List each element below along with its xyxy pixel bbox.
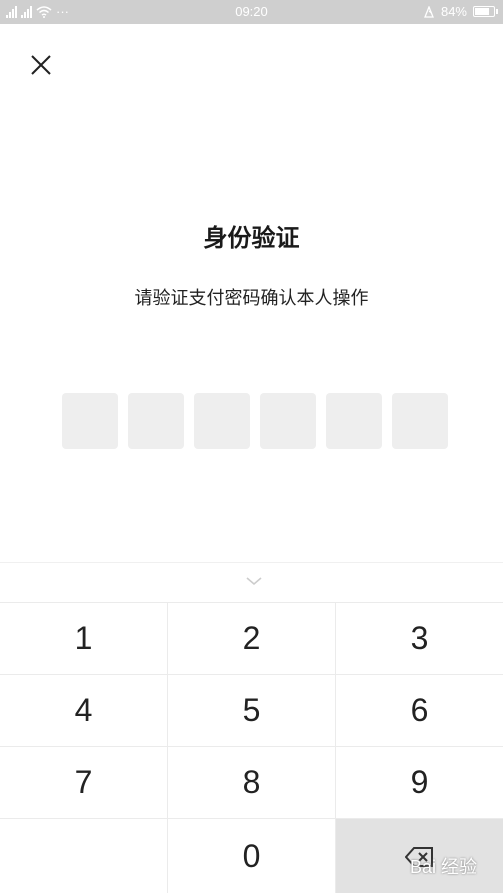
key-4[interactable]: 4 (0, 675, 168, 746)
alarm-icon (424, 5, 434, 18)
key-6[interactable]: 6 (336, 675, 503, 746)
key-0[interactable]: 0 (168, 819, 336, 893)
key-8[interactable]: 8 (168, 747, 336, 818)
pin-input[interactable] (62, 393, 448, 449)
keypad-row: 123 (0, 603, 503, 675)
status-bar: ··· 09:20 84% (0, 0, 503, 24)
battery-percent: 84% (440, 4, 467, 19)
battery-icon (473, 6, 498, 17)
key-3[interactable]: 3 (336, 603, 503, 674)
key-5[interactable]: 5 (168, 675, 336, 746)
page-title: 身份验证 (203, 224, 300, 252)
pin-digit-box[interactable] (392, 393, 448, 449)
status-right: 84% (423, 4, 498, 19)
keyboard-divider (0, 562, 503, 563)
pin-digit-box[interactable] (62, 393, 118, 449)
key-9[interactable]: 9 (336, 747, 503, 818)
pin-digit-box[interactable] (326, 393, 382, 449)
chevron-down-icon[interactable] (244, 574, 264, 588)
pin-digit-box[interactable] (194, 393, 250, 449)
key-7[interactable]: 7 (0, 747, 168, 818)
numeric-keypad: 1234567890 (0, 602, 503, 893)
page-subtitle: 请验证支付密码确认本人操作 (134, 288, 369, 309)
keypad-row: 456 (0, 675, 503, 747)
key-1[interactable]: 1 (0, 603, 168, 674)
keypad-blank (0, 819, 168, 893)
pin-digit-box[interactable] (128, 393, 184, 449)
pin-digit-box[interactable] (260, 393, 316, 449)
watermark: Bai 经验 (409, 857, 477, 877)
close-icon[interactable] (24, 48, 58, 82)
keypad-row: 789 (0, 747, 503, 819)
battery-fill (475, 8, 490, 15)
key-2[interactable]: 2 (168, 603, 336, 674)
